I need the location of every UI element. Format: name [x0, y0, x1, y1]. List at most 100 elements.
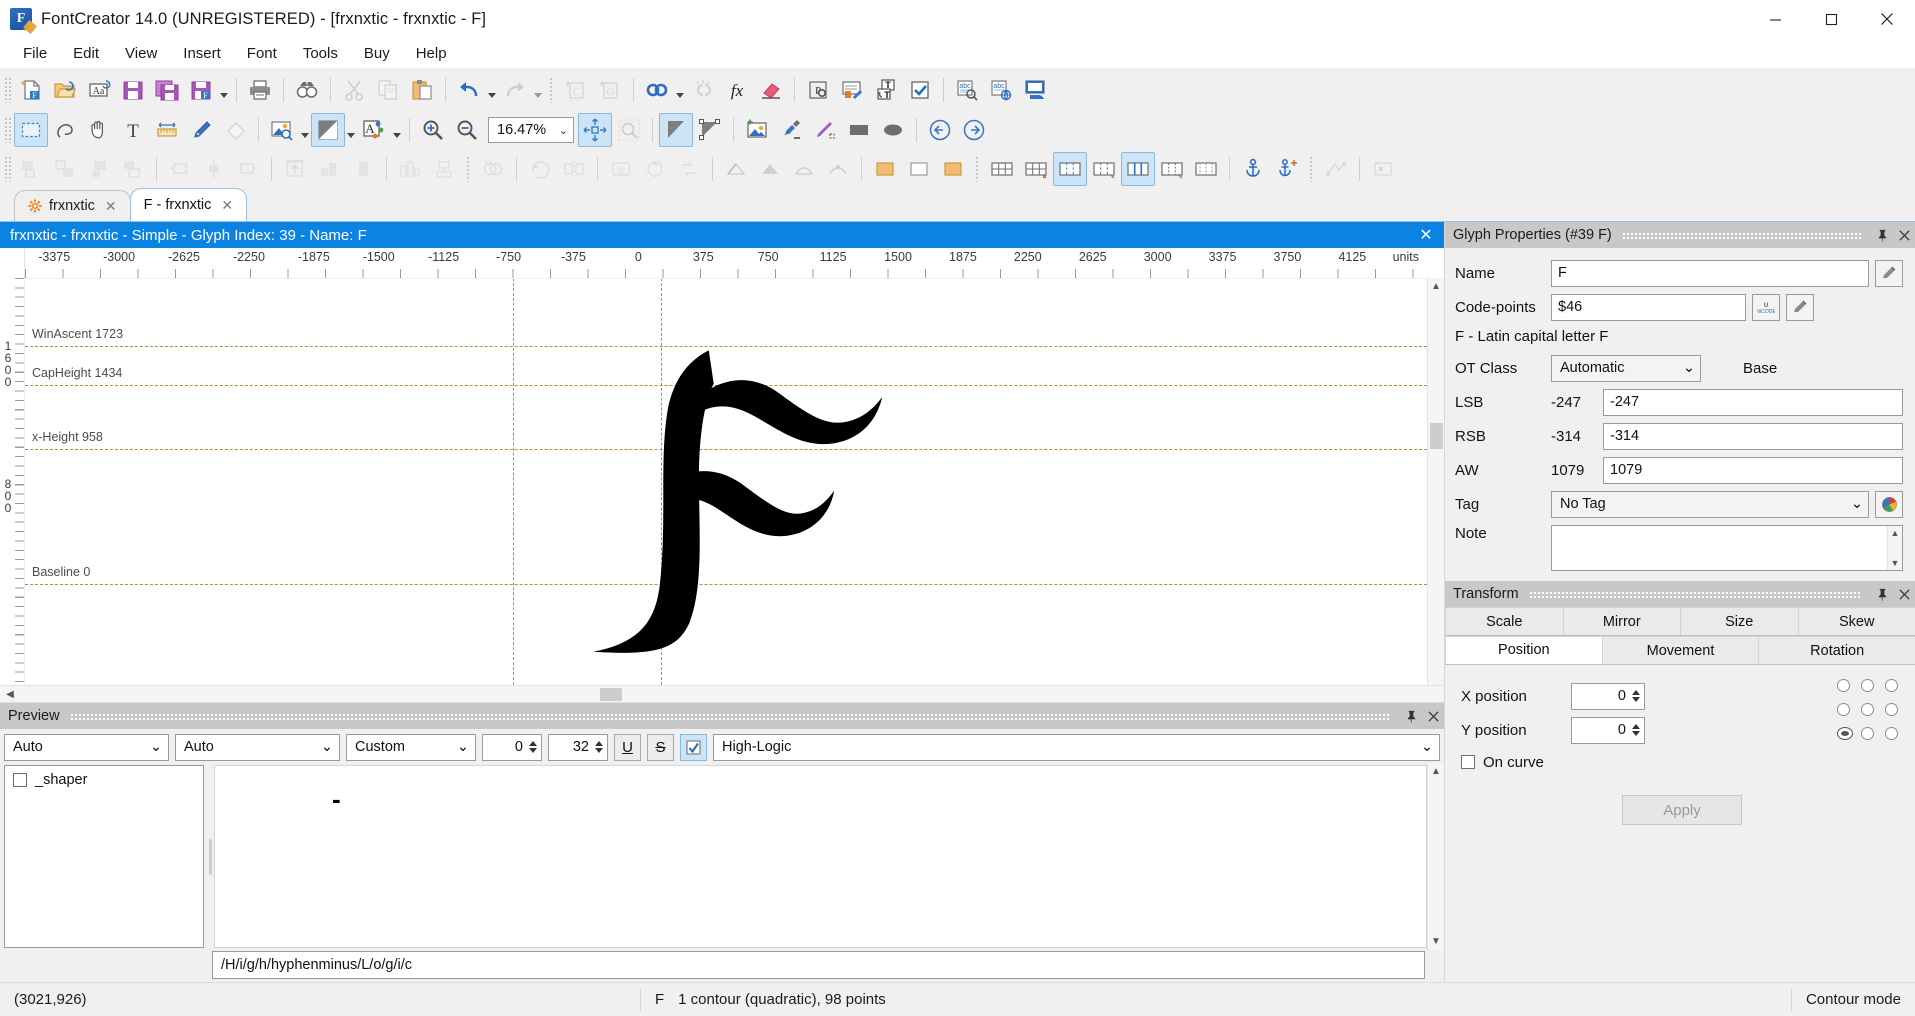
size-stepper[interactable]: 32 — [548, 733, 608, 761]
scroll-left-icon[interactable]: ◀ — [0, 686, 20, 703]
maximize-button[interactable] — [1803, 0, 1859, 38]
save-as-icon[interactable]: F — [184, 73, 218, 107]
transform-text-icon[interactable]: T T — [869, 73, 903, 107]
rsb-input[interactable]: -314 — [1603, 422, 1903, 450]
anchor-position-grid[interactable] — [1837, 679, 1903, 745]
scroll-down-icon[interactable]: ▼ — [1428, 933, 1445, 950]
document-tab-glyph[interactable]: F - frxnxtic ✕ — [129, 188, 248, 221]
anchor-add-icon[interactable] — [1270, 152, 1304, 186]
close-icon[interactable] — [1893, 222, 1915, 248]
tab-scale[interactable]: Scale — [1445, 607, 1564, 635]
menu-font[interactable]: Font — [234, 41, 290, 66]
chevron-down-icon[interactable]: ⌄ — [150, 739, 162, 755]
edit-metadata-icon[interactable] — [835, 73, 869, 107]
anchor-bottom-center[interactable] — [1861, 727, 1874, 740]
menu-insert[interactable]: Insert — [170, 41, 234, 66]
document-tab-font[interactable]: frxnxtic ✕ — [14, 190, 131, 221]
anti-alias-icon[interactable]: A — [357, 113, 391, 147]
tab-mirror[interactable]: Mirror — [1562, 607, 1681, 635]
preview-render-canvas[interactable]: - — [214, 765, 1427, 948]
preview-vertical-scrollbar[interactable]: ▲ ▼ — [1427, 763, 1444, 950]
note-textarea[interactable]: ▲ ▼ — [1551, 525, 1903, 571]
install-font-icon[interactable] — [1018, 73, 1052, 107]
guideline-icon[interactable] — [1053, 152, 1087, 186]
metrics-edit-icon[interactable] — [1155, 152, 1189, 186]
measure-tool-icon[interactable] — [150, 113, 184, 147]
glyph-canvas[interactable]: WinAscent 1723 CapHeight 1434 x-Height 9… — [25, 278, 1427, 685]
ruler-horizontal-track[interactable]: units -3375 -3000 -2625 -2250 -1875 -1500 -112… — [25, 248, 1427, 278]
contrast-dropdown-icon[interactable] — [345, 113, 357, 147]
chevron-down-icon[interactable]: ⌄ — [1851, 496, 1863, 512]
text-tool-icon[interactable]: T — [116, 113, 150, 147]
shaper-list-item[interactable]: _shaper — [5, 766, 203, 794]
function-icon[interactable]: fx — [720, 73, 754, 107]
anchor-top-right[interactable] — [1885, 679, 1898, 692]
minimize-button[interactable] — [1747, 0, 1803, 38]
tab-size[interactable]: Size — [1680, 607, 1799, 635]
name-edit-icon[interactable] — [1875, 259, 1903, 287]
preview-splitter[interactable] — [206, 763, 214, 950]
stepper-arrows[interactable] — [1630, 689, 1642, 703]
y-position-stepper[interactable]: 0 — [1571, 716, 1645, 744]
anchor-bottom-left[interactable] — [1837, 727, 1853, 740]
metrics-icon[interactable] — [1121, 152, 1155, 186]
script-select[interactable]: Auto ⌄ — [4, 733, 169, 761]
remove-anchor-icon[interactable] — [902, 152, 936, 186]
guideline-add-icon[interactable] — [1087, 152, 1121, 186]
tab-position[interactable]: Position — [1445, 636, 1603, 664]
ellipse-icon[interactable] — [876, 113, 910, 147]
close-icon[interactable]: ✕ — [1408, 222, 1444, 248]
contrast-icon[interactable] — [311, 113, 345, 147]
tab-skew[interactable]: Skew — [1797, 607, 1915, 635]
pin-icon[interactable] — [1871, 222, 1893, 248]
chevron-down-icon[interactable]: ⌄ — [1421, 739, 1433, 755]
save-all-icon[interactable] — [150, 73, 184, 107]
rectangle-icon[interactable] — [842, 113, 876, 147]
shaper-list[interactable]: _shaper — [4, 765, 204, 948]
stepper-arrows[interactable] — [1630, 723, 1642, 737]
new-font-icon[interactable]: F — [14, 73, 48, 107]
color-palette-icon[interactable] — [1875, 490, 1903, 518]
anchor-middle-left[interactable] — [1837, 703, 1850, 716]
menu-file[interactable]: File — [10, 41, 60, 66]
anti-alias-dropdown-icon[interactable] — [391, 113, 403, 147]
canvas-horizontal-scrollbar[interactable]: ◀ — [0, 685, 1444, 702]
toolbar-grip[interactable] — [4, 156, 11, 182]
menu-help[interactable]: Help — [403, 41, 460, 66]
anchor-top-center[interactable] — [1861, 679, 1874, 692]
oncurve-checkbox[interactable] — [1461, 755, 1475, 769]
web-preview-icon[interactable]: abc — [984, 73, 1018, 107]
features-checkbox-toggle[interactable] — [680, 733, 707, 761]
anchor-top-left[interactable] — [1837, 679, 1850, 692]
insert-image-icon[interactable] — [740, 113, 774, 147]
name-input[interactable]: F — [1551, 259, 1869, 287]
strikeout-toggle[interactable]: S — [647, 733, 674, 761]
lsb-input[interactable]: -247 — [1603, 388, 1903, 416]
print-icon[interactable] — [243, 73, 277, 107]
canvas-vertical-scrollbar[interactable]: ▲ — [1427, 278, 1444, 685]
zoom-level-input[interactable]: 16.47% ⌄ — [488, 117, 574, 143]
menu-view[interactable]: View — [112, 41, 170, 66]
glyph-sequence-input[interactable]: /H/i/g/h/hyphenminus/L/o/g/i/c — [212, 950, 1425, 979]
chevron-down-icon[interactable]: ⌄ — [457, 739, 469, 755]
test-font-icon[interactable]: abc — [950, 73, 984, 107]
font-properties-icon[interactable]: P — [801, 73, 835, 107]
scroll-up-icon[interactable]: ▲ — [1428, 278, 1445, 295]
chevron-down-icon[interactable]: ⌄ — [559, 124, 568, 137]
toolbar-grip[interactable] — [4, 77, 11, 103]
panel-drag-handle[interactable] — [69, 712, 1390, 720]
vertical-scroll-thumb[interactable] — [1430, 423, 1443, 449]
link-icon[interactable] — [640, 73, 674, 107]
render-mode-select[interactable]: Custom ⌄ — [346, 733, 476, 761]
anchor-middle-right[interactable] — [1885, 703, 1898, 716]
scroll-up-icon[interactable]: ▲ — [1891, 526, 1900, 538]
chevron-down-icon[interactable]: ⌄ — [1683, 360, 1695, 376]
scroll-down-icon[interactable]: ▼ — [1891, 558, 1900, 570]
chevron-down-icon[interactable]: ⌄ — [321, 739, 333, 755]
stepper-arrows[interactable] — [527, 740, 539, 754]
panel-drag-handle[interactable] — [1621, 231, 1861, 239]
note-scrollbar[interactable]: ▲ ▼ — [1887, 526, 1902, 570]
underline-toggle[interactable]: U — [614, 733, 641, 761]
eraser-icon[interactable] — [754, 73, 788, 107]
tab-movement[interactable]: Movement — [1601, 636, 1760, 664]
